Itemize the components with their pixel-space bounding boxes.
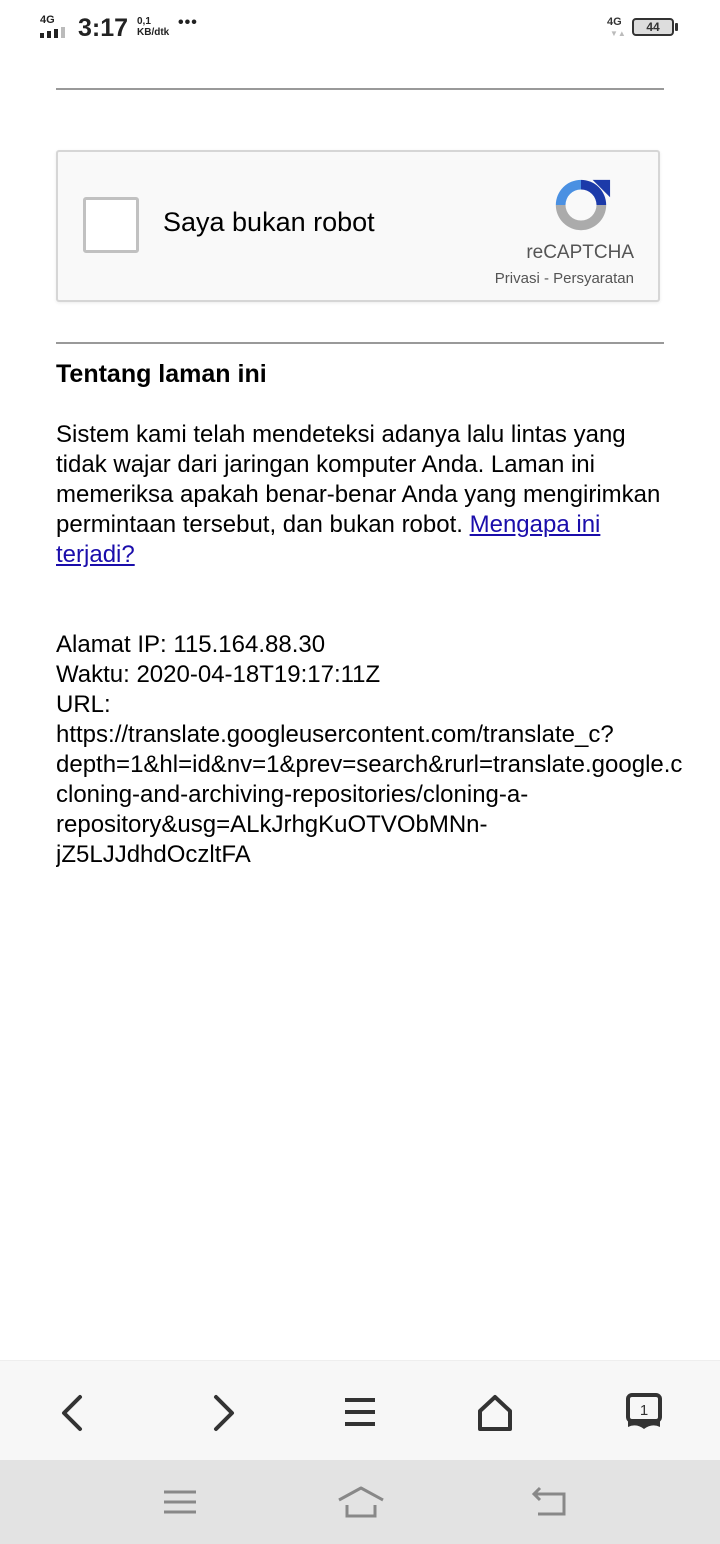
speed-value: 0,1 — [137, 16, 151, 27]
divider-top — [56, 88, 664, 90]
browser-toolbar: 1 — [0, 1360, 720, 1461]
robot-checkbox[interactable] — [83, 197, 139, 253]
home-icon[interactable] — [336, 1482, 386, 1522]
menu-icon[interactable] — [158, 1482, 202, 1522]
ip-address: Alamat IP: 115.164.88.30 — [56, 631, 326, 658]
timestamp: Waktu: 2020-04-18T19:17:11Z — [56, 661, 381, 688]
checkbox-label: Saya bukan robot — [163, 207, 375, 237]
divider-middle — [56, 342, 664, 344]
hamburger-icon[interactable] — [338, 1391, 382, 1435]
chevron-right-icon[interactable] — [202, 1391, 246, 1435]
recaptcha-brand: reCAPTCHA — [526, 242, 634, 263]
network-speed: 0,1 KB/dtk — [137, 16, 169, 38]
clock: 3:17 — [78, 14, 129, 42]
tabs-count: 1 — [640, 1402, 648, 1419]
url-line: https://translate.googleusercontent.com/… — [56, 721, 614, 748]
status-bar: 4G 3:17 0,1 KB/dtk ••• 4G ▼▲ 44 — [0, 0, 720, 56]
request-info: Alamat IP: 115.164.88.30 Waktu: 2020-04-… — [56, 630, 720, 870]
battery-icon: 44 — [632, 18, 674, 36]
url-label: URL: — [56, 691, 111, 718]
signal-icon — [40, 27, 65, 38]
more-notifications-icon: ••• — [178, 14, 198, 31]
battery-tip — [675, 23, 678, 31]
chevron-left-icon[interactable] — [50, 1391, 94, 1435]
data-arrows-icon: ▼▲ — [610, 29, 626, 38]
network-type: 4G — [40, 14, 55, 26]
back-icon[interactable] — [528, 1482, 572, 1522]
tabs-icon[interactable]: 1 — [622, 1391, 666, 1435]
url-line: depth=1&hl=id&nv=1&prev=search&rurl=tran… — [56, 751, 683, 778]
recaptcha-widget: Saya bukan robot reCAPTCHA Privasi - Per… — [56, 150, 660, 302]
url-line: repository&usg=ALkJrhgKuOTVObMNn- — [56, 811, 488, 838]
about-paragraph: Sistem kami telah mendeteksi adanya lalu… — [56, 420, 664, 570]
network-type-right: 4G — [607, 16, 622, 28]
speed-unit: KB/dtk — [137, 27, 170, 38]
url-line: jZ5LJJdhdOczltFA — [56, 841, 251, 868]
recaptcha-logo-icon — [555, 179, 611, 231]
privacy-terms-links[interactable]: Privasi - Persyaratan — [495, 270, 634, 287]
system-nav-bar — [0, 1460, 720, 1544]
about-heading: Tentang laman ini — [56, 360, 267, 388]
url-line: cloning-and-archiving-repositories/cloni… — [56, 781, 529, 808]
home-icon[interactable] — [473, 1391, 517, 1435]
